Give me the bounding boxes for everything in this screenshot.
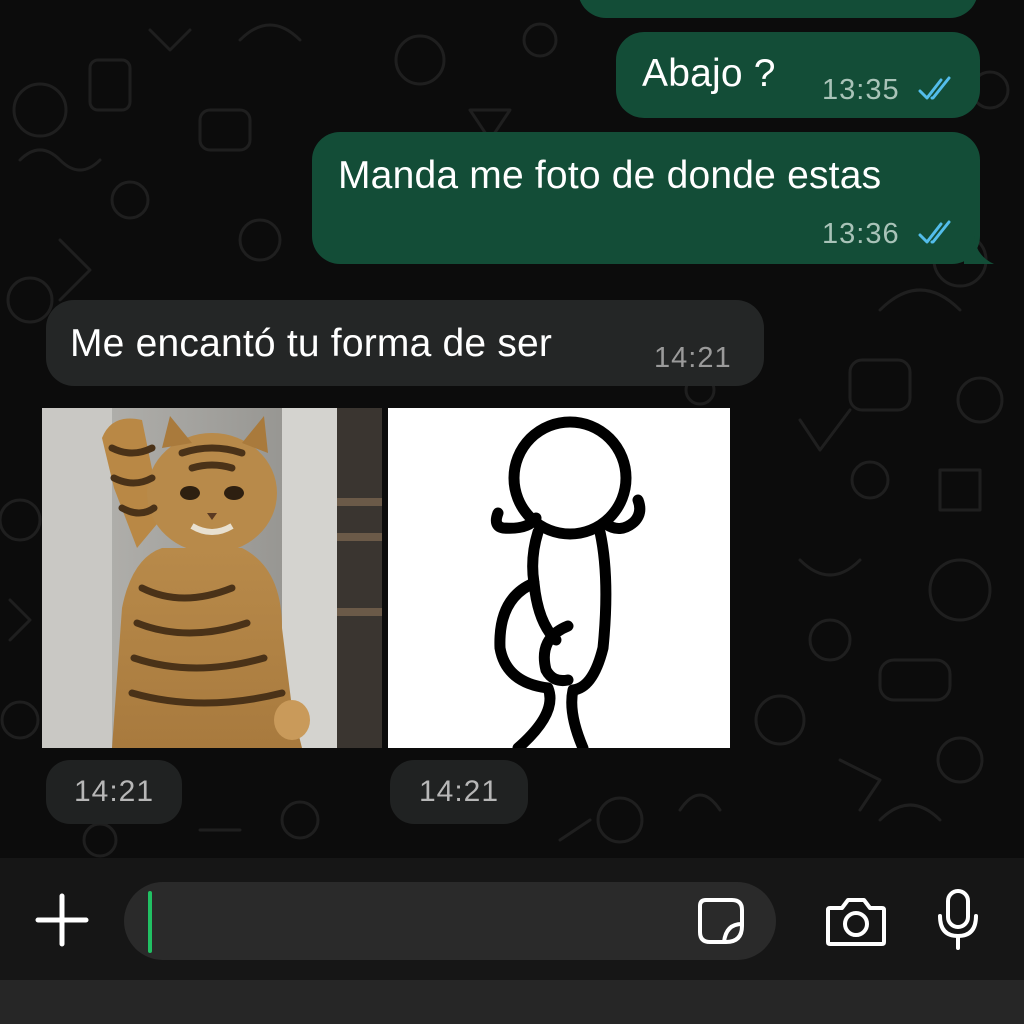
bubble-tail	[964, 236, 994, 264]
message-time: 13:36	[822, 218, 900, 250]
message-bubble-outgoing-partial[interactable]	[578, 0, 978, 18]
message-bubble-outgoing[interactable]: Abajo ? 13:35	[616, 32, 980, 118]
message-input[interactable]	[124, 882, 776, 960]
message-time: 14:21	[46, 760, 182, 824]
camera-icon[interactable]	[824, 894, 888, 948]
plus-icon[interactable]	[32, 890, 92, 950]
text-caret	[148, 891, 152, 953]
microphone-icon[interactable]	[936, 888, 980, 952]
message-bubble-outgoing[interactable]: Manda me foto de donde estas 13:36	[312, 132, 980, 264]
sticker-icon[interactable]	[696, 896, 746, 946]
message-bubble-incoming[interactable]: Me encantó tu forma de ser 14:21	[46, 300, 764, 386]
message-text: Manda me foto de donde estas	[338, 154, 882, 197]
read-receipt-icon	[918, 76, 951, 100]
read-receipt-icon	[918, 220, 951, 244]
stick-figure-image	[490, 416, 646, 748]
image-message-cat[interactable]	[42, 408, 382, 748]
message-text: Abajo ?	[642, 52, 776, 95]
message-time: 14:21	[390, 760, 528, 824]
message-text: Me encantó tu forma de ser	[70, 322, 553, 365]
message-time: 14:21	[654, 342, 732, 374]
image-message-stick-figure[interactable]	[388, 408, 730, 748]
cat-image	[42, 408, 382, 748]
chat-screen: Abajo ? 13:35 Manda me foto de donde est…	[0, 0, 1024, 1024]
home-indicator-area	[0, 980, 1024, 1024]
message-time: 13:35	[822, 74, 900, 106]
